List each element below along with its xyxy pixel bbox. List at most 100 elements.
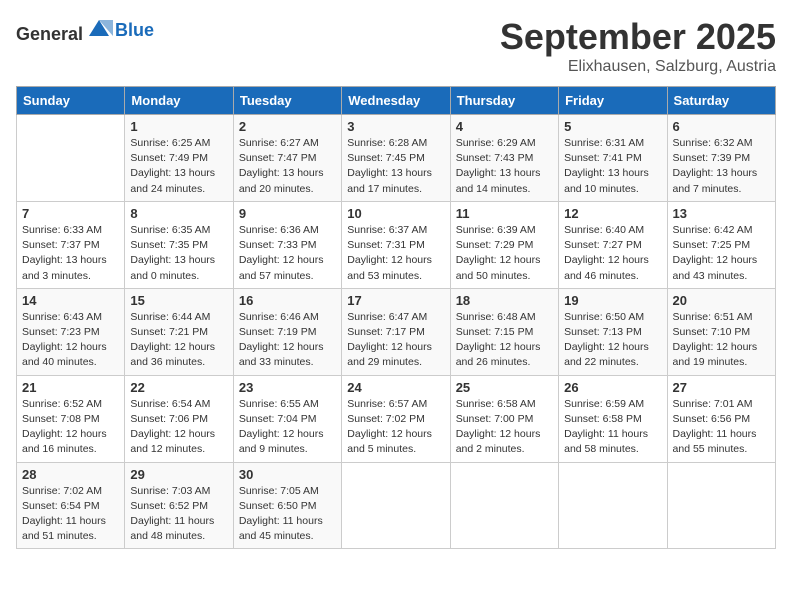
calendar-cell: 29 Sunrise: 7:03 AM Sunset: 6:52 PM Dayli… [125, 462, 233, 549]
calendar-week-row: 21 Sunrise: 6:52 AM Sunset: 7:08 PM Dayli… [17, 375, 776, 462]
calendar-cell: 7Sunrise: 6:33 AM Sunset: 7:37 PM Daylig… [17, 201, 125, 288]
weekday-header-row: SundayMondayTuesdayWednesdayThursdayFrid… [17, 87, 776, 115]
month-title: September 2025 [500, 16, 776, 58]
calendar-cell: 17 Sunrise: 6:47 AM Sunset: 7:17 PM Dayli… [342, 288, 450, 375]
calendar-body: 1Sunrise: 6:25 AM Sunset: 7:49 PM Daylig… [17, 115, 776, 549]
calendar-cell: 3 Sunrise: 6:28 AM Sunset: 7:45 PM Daylig… [342, 115, 450, 202]
day-number: 9 [239, 206, 336, 221]
calendar-week-row: 1Sunrise: 6:25 AM Sunset: 7:49 PM Daylig… [17, 115, 776, 202]
day-number: 7 [22, 206, 119, 221]
calendar-cell: 12 Sunrise: 6:40 AM Sunset: 7:27 PM Dayli… [559, 201, 667, 288]
day-number: 5 [564, 119, 661, 134]
day-number: 13 [673, 206, 770, 221]
calendar-cell: 1Sunrise: 6:25 AM Sunset: 7:49 PM Daylig… [125, 115, 233, 202]
calendar-cell: 4 Sunrise: 6:29 AM Sunset: 7:43 PM Daylig… [450, 115, 558, 202]
day-number: 21 [22, 380, 119, 395]
calendar-cell: 15 Sunrise: 6:44 AM Sunset: 7:21 PM Dayli… [125, 288, 233, 375]
day-info: Sunrise: 6:46 AM Sunset: 7:19 PM Dayligh… [239, 310, 336, 371]
title-area: September 2025 Elixhausen, Salzburg, Aus… [500, 16, 776, 76]
weekday-header-cell: Wednesday [342, 87, 450, 115]
day-info: Sunrise: 6:31 AM Sunset: 7:41 PM Dayligh… [564, 136, 661, 197]
day-info: Sunrise: 7:01 AM Sunset: 6:56 PM Dayligh… [673, 397, 770, 458]
day-info: Sunrise: 6:43 AM Sunset: 7:23 PM Dayligh… [22, 310, 119, 371]
day-info: Sunrise: 7:05 AM Sunset: 6:50 PM Dayligh… [239, 484, 336, 545]
calendar-cell: 10Sunrise: 6:37 AM Sunset: 7:31 PM Dayli… [342, 201, 450, 288]
calendar-cell: 30 Sunrise: 7:05 AM Sunset: 6:50 PM Dayli… [233, 462, 341, 549]
day-number: 27 [673, 380, 770, 395]
calendar-cell: 11 Sunrise: 6:39 AM Sunset: 7:29 PM Dayli… [450, 201, 558, 288]
logo-blue: Blue [115, 20, 154, 40]
calendar-cell: 25 Sunrise: 6:58 AM Sunset: 7:00 PM Dayli… [450, 375, 558, 462]
day-number: 14 [22, 293, 119, 308]
day-info: Sunrise: 6:42 AM Sunset: 7:25 PM Dayligh… [673, 223, 770, 284]
day-info: Sunrise: 6:50 AM Sunset: 7:13 PM Dayligh… [564, 310, 661, 371]
calendar-cell: 2 Sunrise: 6:27 AM Sunset: 7:47 PM Daylig… [233, 115, 341, 202]
day-number: 8 [130, 206, 227, 221]
day-number: 29 [130, 467, 227, 482]
day-info: Sunrise: 6:39 AM Sunset: 7:29 PM Dayligh… [456, 223, 553, 284]
calendar-week-row: 14 Sunrise: 6:43 AM Sunset: 7:23 PM Dayli… [17, 288, 776, 375]
calendar-cell: 16 Sunrise: 6:46 AM Sunset: 7:19 PM Dayli… [233, 288, 341, 375]
day-info: Sunrise: 7:03 AM Sunset: 6:52 PM Dayligh… [130, 484, 227, 545]
day-info: Sunrise: 6:57 AM Sunset: 7:02 PM Dayligh… [347, 397, 444, 458]
day-info: Sunrise: 6:28 AM Sunset: 7:45 PM Dayligh… [347, 136, 444, 197]
calendar-cell: 18Sunrise: 6:48 AM Sunset: 7:15 PM Dayli… [450, 288, 558, 375]
day-number: 4 [456, 119, 553, 134]
day-info: Sunrise: 6:47 AM Sunset: 7:17 PM Dayligh… [347, 310, 444, 371]
day-info: Sunrise: 6:25 AM Sunset: 7:49 PM Dayligh… [130, 136, 227, 197]
calendar-week-row: 7Sunrise: 6:33 AM Sunset: 7:37 PM Daylig… [17, 201, 776, 288]
day-info: Sunrise: 6:58 AM Sunset: 7:00 PM Dayligh… [456, 397, 553, 458]
day-number: 6 [673, 119, 770, 134]
calendar-cell: 9 Sunrise: 6:36 AM Sunset: 7:33 PM Daylig… [233, 201, 341, 288]
calendar-cell [559, 462, 667, 549]
calendar-cell: 14 Sunrise: 6:43 AM Sunset: 7:23 PM Dayli… [17, 288, 125, 375]
day-number: 30 [239, 467, 336, 482]
calendar-cell: 19Sunrise: 6:50 AM Sunset: 7:13 PM Dayli… [559, 288, 667, 375]
day-info: Sunrise: 6:35 AM Sunset: 7:35 PM Dayligh… [130, 223, 227, 284]
day-number: 12 [564, 206, 661, 221]
logo-icon [85, 16, 113, 40]
weekday-header-cell: Monday [125, 87, 233, 115]
day-number: 23 [239, 380, 336, 395]
calendar-cell [17, 115, 125, 202]
location-title: Elixhausen, Salzburg, Austria [500, 58, 776, 76]
calendar-cell [450, 462, 558, 549]
calendar-cell: 28Sunrise: 7:02 AM Sunset: 6:54 PM Dayli… [17, 462, 125, 549]
calendar-cell: 20Sunrise: 6:51 AM Sunset: 7:10 PM Dayli… [667, 288, 775, 375]
day-number: 17 [347, 293, 444, 308]
day-info: Sunrise: 6:48 AM Sunset: 7:15 PM Dayligh… [456, 310, 553, 371]
calendar-cell: 8 Sunrise: 6:35 AM Sunset: 7:35 PM Daylig… [125, 201, 233, 288]
calendar-table: SundayMondayTuesdayWednesdayThursdayFrid… [16, 86, 776, 549]
day-info: Sunrise: 6:36 AM Sunset: 7:33 PM Dayligh… [239, 223, 336, 284]
header: General Blue September 2025 Elixhausen, … [16, 16, 776, 76]
calendar-cell: 23 Sunrise: 6:55 AM Sunset: 7:04 PM Dayli… [233, 375, 341, 462]
day-number: 15 [130, 293, 227, 308]
logo-general: General [16, 24, 83, 44]
calendar-cell: 26 Sunrise: 6:59 AM Sunset: 6:58 PM Dayli… [559, 375, 667, 462]
day-info: Sunrise: 6:29 AM Sunset: 7:43 PM Dayligh… [456, 136, 553, 197]
day-info: Sunrise: 6:37 AM Sunset: 7:31 PM Dayligh… [347, 223, 444, 284]
day-info: Sunrise: 6:44 AM Sunset: 7:21 PM Dayligh… [130, 310, 227, 371]
day-number: 3 [347, 119, 444, 134]
day-number: 16 [239, 293, 336, 308]
day-info: Sunrise: 6:32 AM Sunset: 7:39 PM Dayligh… [673, 136, 770, 197]
day-number: 26 [564, 380, 661, 395]
day-number: 25 [456, 380, 553, 395]
weekday-header-cell: Friday [559, 87, 667, 115]
calendar-cell [342, 462, 450, 549]
weekday-header-cell: Thursday [450, 87, 558, 115]
day-number: 2 [239, 119, 336, 134]
calendar-cell: 22Sunrise: 6:54 AM Sunset: 7:06 PM Dayli… [125, 375, 233, 462]
day-info: Sunrise: 6:55 AM Sunset: 7:04 PM Dayligh… [239, 397, 336, 458]
day-info: Sunrise: 6:40 AM Sunset: 7:27 PM Dayligh… [564, 223, 661, 284]
day-info: Sunrise: 6:27 AM Sunset: 7:47 PM Dayligh… [239, 136, 336, 197]
day-number: 11 [456, 206, 553, 221]
weekday-header-cell: Tuesday [233, 87, 341, 115]
day-info: Sunrise: 6:59 AM Sunset: 6:58 PM Dayligh… [564, 397, 661, 458]
day-info: Sunrise: 6:52 AM Sunset: 7:08 PM Dayligh… [22, 397, 119, 458]
calendar-cell: 13 Sunrise: 6:42 AM Sunset: 7:25 PM Dayli… [667, 201, 775, 288]
logo: General Blue [16, 16, 154, 45]
calendar-cell: 6 Sunrise: 6:32 AM Sunset: 7:39 PM Daylig… [667, 115, 775, 202]
calendar-cell [667, 462, 775, 549]
day-info: Sunrise: 6:54 AM Sunset: 7:06 PM Dayligh… [130, 397, 227, 458]
